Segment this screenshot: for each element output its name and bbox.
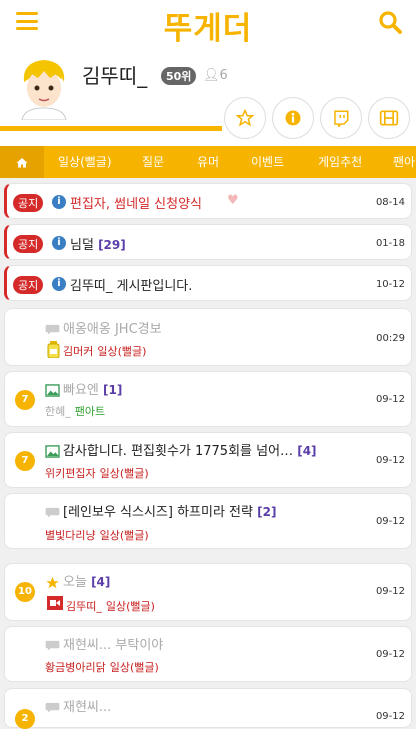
post-row[interactable]: 10 오늘 [4] 김뚜띠_ 일상(뻘글) 09-12 xyxy=(4,563,412,621)
level-badge: 7 xyxy=(15,390,35,410)
post-row[interactable]: 7 빠요엔 [1] 한혜_ 팬아트 09-12 xyxy=(4,371,412,427)
post-author: 별빛다리냥 일상(뻘글) xyxy=(45,529,149,542)
post-row[interactable]: [레인보우 식스시즈] 하프미라 전략 [2] 별빛다리냥 일상(뻘글) 09-1… xyxy=(4,493,412,549)
notice-title: 편집자, 썸네일 신청양식 xyxy=(70,197,202,212)
post-date: 10-12 xyxy=(375,279,405,290)
tab-home[interactable] xyxy=(0,146,44,178)
rank-badge: 50위 xyxy=(161,67,197,85)
post-date: 09-12 xyxy=(375,649,405,660)
comment-count: [2] xyxy=(257,505,277,519)
comment-count: [29] xyxy=(98,238,126,252)
notice-row[interactable]: 공지 i 님덜 [29] 01-18 xyxy=(4,224,412,260)
chat-icon xyxy=(45,507,60,518)
profile-header: 김뚜띠_ 50위 👤︎6 xyxy=(0,46,416,146)
notice-row[interactable]: 공지 i 김뚜띠_ 게시판입니다. 10-12 xyxy=(4,265,412,301)
film-icon xyxy=(379,110,399,126)
category-tabs: 일상(뻘글) 질문 유머 이벤트 게임추천 팬아 xyxy=(0,146,416,178)
post-category: 일상(뻘글) xyxy=(99,529,149,542)
video-button[interactable] xyxy=(368,97,410,139)
post-date: 01-18 xyxy=(375,238,405,249)
chat-icon xyxy=(45,324,60,335)
notice-badge: 공지 xyxy=(13,276,44,294)
comment-count: [4] xyxy=(297,444,317,458)
post-category: 팬아트 xyxy=(74,405,106,418)
post-date: 09-12 xyxy=(375,455,405,466)
notice-title: 김뚜띠_ 게시판입니다. xyxy=(70,279,193,294)
twitch-icon xyxy=(334,110,349,127)
post-category: 일상(뻘글) xyxy=(109,661,159,674)
tab-humor[interactable]: 유머 xyxy=(197,146,219,178)
info-icon: i xyxy=(52,277,66,291)
post-author: 한혜_ 팬아트 xyxy=(45,405,106,418)
top-bar: 뚜게더 xyxy=(0,0,416,48)
heart-icon: ♥ xyxy=(227,193,239,208)
chat-icon xyxy=(45,702,60,713)
post-date: 08-14 xyxy=(375,197,405,208)
followers-count: 👤︎6 xyxy=(203,68,228,83)
post-date: 09-12 xyxy=(375,394,405,405)
comment-count: [1] xyxy=(103,383,123,397)
twitch-button[interactable] xyxy=(320,97,362,139)
tab-game-recommend[interactable]: 게임추천 xyxy=(318,146,362,178)
app-logo[interactable]: 뚜게더 xyxy=(0,3,416,48)
post-category: 일상(뻘글) xyxy=(97,345,147,358)
post-row[interactable]: 재현씨... 부탁이야 황금병아리닭 일상(뻘글) 09-12 xyxy=(4,626,412,682)
post-title: 오늘 [4] xyxy=(45,571,110,590)
info-button[interactable] xyxy=(272,97,314,139)
info-icon: i xyxy=(52,236,66,250)
milk-icon xyxy=(47,341,60,358)
post-title: 빠요엔 [1] xyxy=(45,379,122,398)
home-icon xyxy=(16,158,28,168)
post-date: 00:29 xyxy=(376,333,405,344)
post-title: 애옹애옹 JHC경보 xyxy=(45,318,162,337)
comment-count: [4] xyxy=(91,575,111,589)
post-category: 일상(뻘글) xyxy=(99,467,149,480)
video-badge-icon xyxy=(47,596,63,610)
post-title: [레인보우 식스시즈] 하프미라 전략 [2] xyxy=(45,501,276,520)
star-icon xyxy=(236,109,254,127)
post-author: 김머커 일상(뻘글) xyxy=(63,345,147,358)
favorite-button[interactable] xyxy=(224,97,266,139)
image-icon xyxy=(45,445,60,458)
post-date: 09-12 xyxy=(375,516,405,527)
post-date: 09-12 xyxy=(375,586,405,597)
tab-daily[interactable]: 일상(뻘글) xyxy=(58,146,112,178)
profile-name: 김뚜띠_ xyxy=(82,64,148,88)
level-badge: 7 xyxy=(15,451,35,471)
tab-fanart[interactable]: 팬아 xyxy=(393,146,415,178)
notice-title: 님덜 [29] xyxy=(70,238,126,253)
level-badge: 2 xyxy=(15,709,35,729)
post-title: 재현씨... xyxy=(45,696,111,715)
notice-badge: 공지 xyxy=(13,194,44,212)
post-title: 감사합니다. 편집횟수가 1775회를 넘어… [4] xyxy=(45,440,317,459)
post-author: 황금병아리닭 일상(뻘글) xyxy=(45,661,159,674)
post-row[interactable]: 2 재현씨... 09-12 xyxy=(4,688,412,729)
post-category: 일상(뻘글) xyxy=(105,600,155,613)
tab-question[interactable]: 질문 xyxy=(142,146,164,178)
post-row[interactable]: 7 감사합니다. 편집횟수가 1775회를 넘어… [4] 위키편집자 일상(뻘글… xyxy=(4,432,412,488)
post-author: 김뚜띠_ 일상(뻘글) xyxy=(66,600,155,613)
tab-event[interactable]: 이벤트 xyxy=(251,146,284,178)
search-icon[interactable] xyxy=(378,10,402,34)
profile-divider xyxy=(0,126,222,131)
post-title: 재현씨... 부탁이야 xyxy=(45,634,163,653)
star-icon xyxy=(46,576,59,588)
info-icon: i xyxy=(52,195,66,209)
level-badge: 10 xyxy=(15,582,35,602)
notice-badge: 공지 xyxy=(13,235,44,253)
avatar xyxy=(21,60,67,120)
notice-row[interactable]: 공지 i 편집자, 썸네일 신청양식 ♥ 08-14 xyxy=(4,183,412,219)
post-date: 09-12 xyxy=(375,711,405,722)
post-row[interactable]: 애옹애옹 JHC경보 김머커 일상(뻘글) 00:29 xyxy=(4,308,412,366)
info-icon xyxy=(285,110,301,126)
user-icon: 👤︎ xyxy=(203,68,220,83)
image-icon xyxy=(45,384,60,397)
chat-icon xyxy=(45,640,60,651)
post-author: 위키편집자 일상(뻘글) xyxy=(45,467,149,480)
